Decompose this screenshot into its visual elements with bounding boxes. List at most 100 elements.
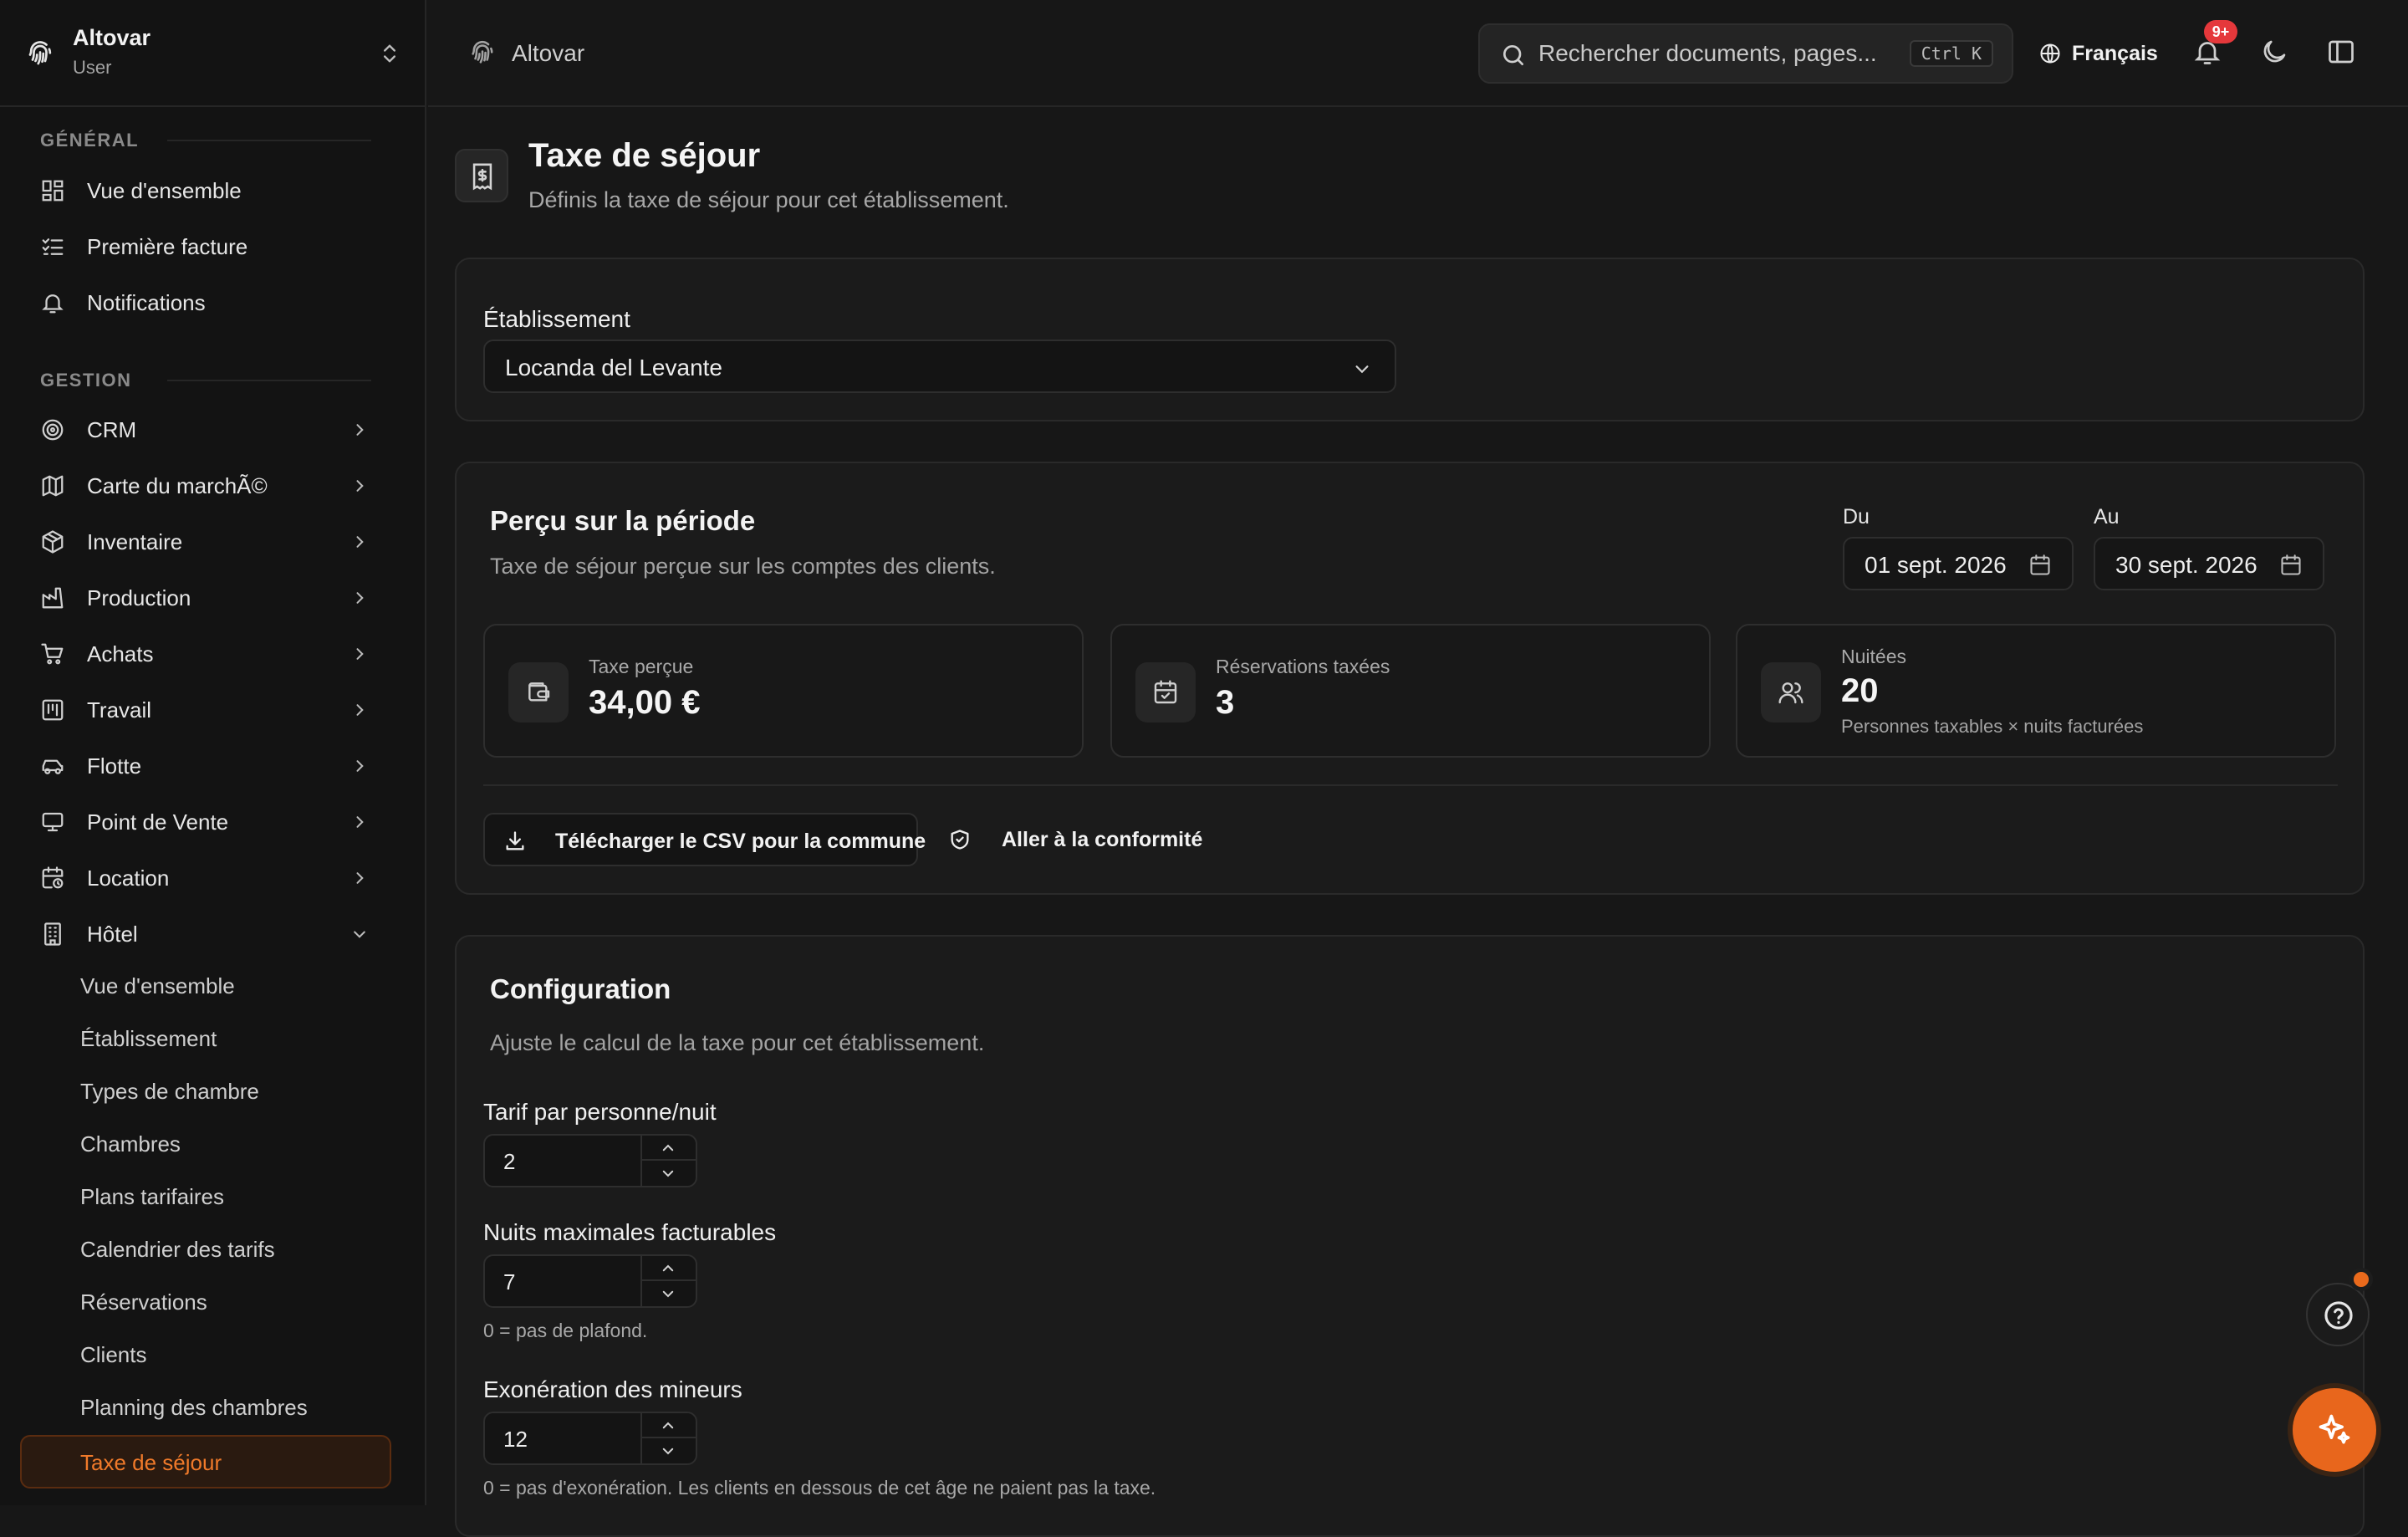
sidebar-item-label: Production	[87, 585, 191, 610]
section-gestion-label: GESTION	[40, 370, 132, 391]
minors-exemption-stepper[interactable]	[483, 1412, 697, 1465]
sidebar-item-work[interactable]: Travail	[20, 685, 393, 735]
decrement-button[interactable]	[642, 1161, 696, 1186]
establishment-label: Établissement	[483, 306, 630, 332]
go-to-compliance-label: Aller à la conformité	[1002, 828, 1203, 851]
sidebar-item-label: Première facture	[87, 233, 248, 259]
stat-label: Nuitées	[1841, 646, 1906, 667]
sidebar-item-crm[interactable]: CRM	[20, 405, 393, 455]
receipt-icon-tile	[455, 149, 508, 202]
sidebar-item-notifications[interactable]: Notifications	[20, 278, 393, 328]
stat-taxed-reservations: Réservations taxées 3	[1110, 624, 1711, 758]
dashboard-icon	[42, 180, 64, 202]
stat-value: 3	[1216, 684, 1235, 721]
help-button[interactable]	[2306, 1283, 2370, 1346]
page-title: Taxe de séjour	[528, 137, 761, 174]
sidebar-item-label: Carte du marchÃ©	[87, 472, 268, 498]
calendar-clock-icon	[42, 866, 64, 889]
sidebar-item-hotel[interactable]: Hôtel	[20, 909, 393, 959]
sidebar-item-inventory[interactable]: Inventaire	[20, 517, 393, 567]
sidebar-subitem-rate-calendar[interactable]: Calendrier des tarifs	[80, 1237, 275, 1263]
sidebar-subitem-reservations[interactable]: Réservations	[80, 1289, 207, 1315]
sidebar-item-market-map[interactable]: Carte du marchÃ©	[20, 461, 393, 511]
sidebar-subitem-hotel-overview[interactable]: Vue d'ensemble	[80, 973, 235, 999]
sidebar-subitem-rate-plans[interactable]: Plans tarifaires	[80, 1184, 224, 1210]
panel-toggle-icon[interactable]	[2326, 37, 2356, 67]
sidebar-subitem-establishment[interactable]: Établissement	[80, 1026, 217, 1052]
stat-icon-tile	[1761, 662, 1821, 723]
go-to-compliance-button[interactable]: Aller à la conformité	[945, 813, 1212, 866]
sidebar-subitem-room-types[interactable]: Types de chambre	[80, 1079, 259, 1105]
rate-input[interactable]	[503, 1146, 629, 1177]
moon-icon[interactable]	[2259, 37, 2289, 67]
chevron-right-icon	[356, 704, 364, 716]
stat-icon-tile	[1135, 662, 1196, 723]
date-to-label: Au	[2094, 505, 2120, 529]
date-to-picker[interactable]: 30 sept. 2026	[2094, 537, 2324, 590]
stat-icon-tile	[508, 662, 569, 723]
stepper-controls	[640, 1413, 696, 1463]
cart-icon	[41, 643, 64, 665]
chevron-right-icon	[356, 816, 364, 828]
configuration-title: Configuration	[490, 973, 671, 1004]
sidebar-item-label: Notifications	[87, 289, 206, 315]
help-circle-icon	[2324, 1301, 2353, 1330]
sidebar-subitem-rooms[interactable]: Chambres	[80, 1131, 181, 1157]
chevron-down-icon	[1355, 365, 1369, 374]
sidebar-item-label: CRM	[87, 416, 137, 442]
max-nights-stepper[interactable]	[483, 1254, 697, 1308]
sidebar-subitem-room-planning[interactable]: Planning des chambres	[80, 1395, 308, 1421]
sidebar-item-fleet[interactable]: Flotte	[20, 741, 393, 791]
establishment-select[interactable]: Locanda del Levante	[483, 340, 1396, 393]
map-icon	[42, 475, 64, 497]
sidebar-subitem-clients[interactable]: Clients	[80, 1342, 146, 1368]
workspace-switcher[interactable]: Altovar User	[0, 0, 426, 107]
sidebar-item-first-invoice[interactable]: Première facture	[20, 222, 393, 272]
divider	[483, 784, 2338, 786]
sidebar-item-production[interactable]: Production	[20, 573, 393, 623]
stat-value: 20	[1841, 672, 1879, 709]
user-role: User	[73, 57, 112, 78]
increment-button[interactable]	[642, 1413, 696, 1438]
decrement-button[interactable]	[642, 1281, 696, 1306]
sidebar-item-point-of-sale[interactable]: Point de Vente	[20, 797, 393, 847]
sidebar-item-label: Hôtel	[87, 921, 138, 947]
increment-button[interactable]	[642, 1136, 696, 1161]
date-from-picker[interactable]: 01 sept. 2026	[1843, 537, 2074, 590]
period-subtitle: Taxe de séjour perçue sur les comptes de…	[490, 554, 996, 579]
chevron-down-icon	[662, 1290, 674, 1298]
ai-assistant-button[interactable]	[2293, 1388, 2376, 1472]
chevron-down-icon	[662, 1448, 674, 1455]
max-nights-input[interactable]	[503, 1266, 629, 1298]
search-box[interactable]: Ctrl K	[1478, 23, 2013, 84]
fingerprint-icon	[28, 41, 52, 65]
sidebar-item-label: Location	[87, 865, 170, 891]
configuration-subtitle: Ajuste le calcul de la taxe pour cet éta…	[490, 1030, 985, 1055]
decrement-button[interactable]	[642, 1438, 696, 1463]
chevron-right-icon	[356, 872, 364, 884]
establishment-value: Locanda del Levante	[505, 355, 722, 380]
stepper-controls	[640, 1256, 696, 1306]
date-from-label: Du	[1843, 505, 1870, 529]
notification-badge: 9+	[2204, 20, 2237, 43]
sidebar-item-rental[interactable]: Location	[20, 853, 393, 903]
download-csv-button[interactable]: Télécharger le CSV pour la commune	[483, 813, 926, 866]
sidebar-item-label: Vue d'ensemble	[87, 177, 242, 203]
chevron-up-icon	[662, 1144, 674, 1151]
download-csv-label: Télécharger le CSV pour la commune	[555, 830, 926, 853]
sidebar-subitem-label: Taxe de séjour	[80, 1450, 222, 1475]
minors-exemption-input[interactable]	[503, 1423, 629, 1455]
search-icon	[1503, 45, 1523, 65]
rate-stepper[interactable]	[483, 1134, 697, 1187]
language-switcher[interactable]: Français	[2038, 37, 2158, 70]
breadcrumb[interactable]: Altovar	[512, 40, 584, 67]
chevron-right-icon	[356, 480, 364, 492]
sidebar-subitem-tourist-tax[interactable]: Taxe de séjour	[20, 1435, 391, 1488]
increment-button[interactable]	[642, 1256, 696, 1281]
search-input[interactable]	[1538, 37, 1890, 70]
calendar-check-icon	[1154, 680, 1177, 704]
sidebar-item-overview[interactable]: Vue d'ensemble	[20, 166, 393, 216]
car-icon	[42, 759, 64, 774]
sidebar-item-purchases[interactable]: Achats	[20, 629, 393, 679]
sidebar-item-label: Inventaire	[87, 529, 183, 554]
